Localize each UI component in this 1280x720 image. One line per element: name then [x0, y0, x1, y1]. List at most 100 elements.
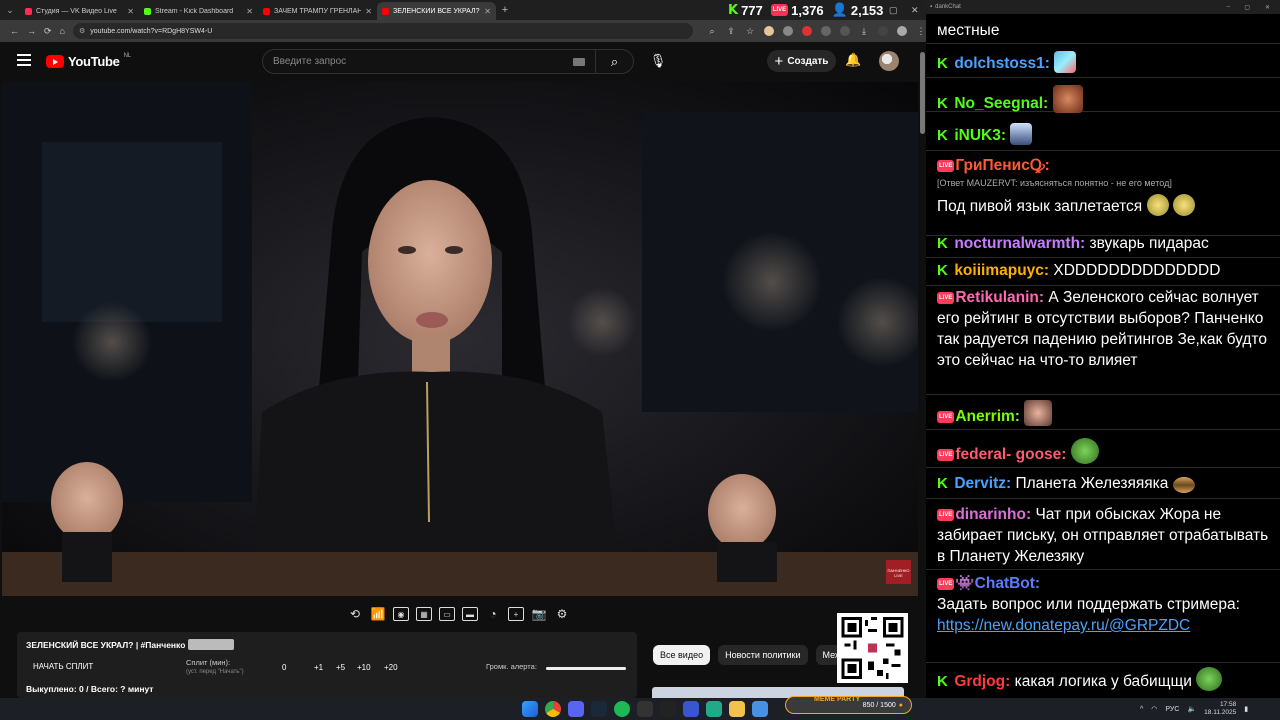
screenshot-icon[interactable]: ◉ — [393, 607, 409, 621]
minimize-icon[interactable]: – — [1227, 4, 1230, 10]
download-icon[interactable]: ⤓ — [859, 26, 869, 37]
avatar[interactable] — [879, 51, 899, 71]
search-button[interactable]: ⌕ — [595, 50, 633, 73]
username[interactable]: dinarinho: — [955, 506, 1031, 523]
add-20-button[interactable]: +20 — [384, 663, 398, 672]
microphone-icon[interactable]: 🎙 — [648, 51, 668, 71]
app-icon[interactable] — [706, 701, 722, 717]
discord-icon[interactable] — [568, 701, 584, 717]
chat-feed[interactable]: местные K dolchstoss1: K No_Seegnal: K i… — [926, 14, 1280, 698]
sidebar-icon[interactable] — [878, 26, 888, 36]
username[interactable]: Grdjog: — [954, 673, 1010, 690]
tab-search-icon[interactable]: ⌄ — [0, 0, 20, 20]
kick-icon: K — [937, 475, 948, 492]
tab-kick-dashboard[interactable]: Stream - Kick Dashboard ✕ — [139, 2, 258, 20]
extension-icon[interactable] — [764, 26, 774, 36]
notifications-bell-icon[interactable]: 🔔 — [845, 52, 861, 68]
site-info-icon[interactable]: ⚙ — [79, 27, 85, 35]
alert-volume-slider[interactable] — [546, 667, 626, 670]
settings-gear-icon[interactable]: ⚙ — [554, 607, 570, 621]
menu-dots-icon[interactable]: ⋮ — [916, 26, 926, 37]
username[interactable]: dolchstoss1: — [954, 55, 1050, 72]
page-scrollbar[interactable] — [920, 52, 925, 134]
extension-icon[interactable] — [783, 26, 793, 36]
search-icon: ⌕ — [610, 53, 619, 69]
spotify-icon[interactable] — [614, 701, 630, 717]
username[interactable]: federal- goose: — [955, 446, 1066, 463]
plus-icon: + — [774, 52, 784, 70]
chip-all-videos[interactable]: Все видео — [653, 645, 711, 665]
file-explorer-icon[interactable] — [729, 701, 745, 717]
language-indicator[interactable]: РУС — [1165, 706, 1179, 713]
extension-icon[interactable] — [802, 26, 812, 36]
camera-icon[interactable]: 📷 — [531, 607, 547, 621]
start-split-button[interactable]: НАЧАТЬ СПЛИТ — [33, 662, 93, 671]
zoom-icon[interactable]: ⌕ — [707, 26, 717, 37]
tab-youtube-current[interactable]: ЗЕЛЕНСКИЙ ВСЕ УКРАЛ? | #П... ✕ — [377, 2, 496, 20]
tray-chevron-icon[interactable]: ^ — [1140, 706, 1143, 713]
username[interactable]: No_Seegnal: — [954, 95, 1048, 112]
username[interactable]: Retikulanin: — [955, 289, 1044, 306]
username[interactable]: Dervitz: — [954, 475, 1011, 492]
extension-icon[interactable] — [840, 26, 850, 36]
wifi-icon[interactable]: ◠ — [1151, 705, 1157, 713]
username[interactable]: ChatBot: — [975, 575, 1040, 592]
profile-icon[interactable] — [897, 26, 907, 36]
tab-vk-studio[interactable]: Студия — VK Видео Live ✕ — [20, 2, 139, 20]
obs-icon[interactable] — [637, 701, 653, 717]
loop-icon[interactable]: ⟲ — [347, 607, 363, 621]
add-5-button[interactable]: +5 — [336, 663, 345, 672]
keyboard-icon[interactable] — [573, 58, 585, 66]
video-player[interactable]: ПАНЧЕНКО LIVE — [2, 82, 918, 596]
split-minutes-value[interactable]: 0 — [282, 663, 286, 672]
youtube-logo[interactable]: YouTube NL — [46, 53, 131, 69]
close-window-icon[interactable]: ✕ — [911, 0, 919, 20]
bowl-emote-icon — [1146, 194, 1169, 216]
back-icon[interactable]: ← — [10, 26, 19, 36]
username[interactable]: koiiimapuyc: — [954, 262, 1049, 279]
chrome-icon[interactable] — [545, 701, 561, 717]
tab-close-icon[interactable]: ✕ — [365, 7, 372, 16]
broadcast-icon[interactable]: 📶 — [370, 607, 386, 621]
tab-youtube-greenland[interactable]: ЗАЧЕМ ТРАМПУ ГРЕНЛАНДИЯ ✕ — [258, 2, 377, 20]
notifications-icon[interactable]: ▮ — [1244, 705, 1248, 713]
tab-close-icon[interactable]: ✕ — [246, 7, 253, 16]
username[interactable]: nocturnalwarmth: — [954, 235, 1085, 252]
add-1-button[interactable]: +1 — [314, 663, 323, 672]
theater-icon[interactable]: ▬ — [462, 607, 478, 621]
home-icon[interactable]: ⌂ — [60, 26, 65, 36]
pip-icon[interactable]: ▭ — [439, 607, 455, 621]
extension-icon[interactable] — [821, 26, 831, 36]
clock[interactable]: 17:58 18.11.2025 — [1204, 701, 1236, 717]
username[interactable]: iNUK3: — [954, 127, 1006, 144]
maximize-icon[interactable]: ▢ — [1244, 4, 1250, 11]
menu-icon[interactable] — [17, 54, 31, 66]
share-icon[interactable]: ⇪ — [726, 26, 736, 37]
speed-icon[interactable]: ◔ — [485, 607, 501, 621]
start-icon[interactable] — [522, 701, 538, 717]
steam-icon[interactable] — [591, 701, 607, 717]
app-icon[interactable] — [660, 701, 676, 717]
username[interactable]: Anerrim: — [955, 408, 1020, 425]
donation-link[interactable]: https://new.donatepay.ru/@GRPZDC — [937, 615, 1271, 636]
create-button[interactable]: + Создать — [767, 50, 836, 72]
url-field[interactable]: ⚙ youtube.com/watch?v=RDgH8YSW4-U — [73, 23, 693, 39]
add-10-button[interactable]: +10 — [357, 663, 371, 672]
volume-icon[interactable]: 🔈 — [1187, 705, 1196, 713]
chip-politics-news[interactable]: Новости политики — [718, 645, 808, 665]
forward-icon[interactable]: → — [27, 26, 36, 36]
app-icon[interactable] — [683, 701, 699, 717]
add-frame-icon[interactable]: + — [508, 607, 524, 621]
app-icon[interactable] — [752, 701, 768, 717]
reload-icon[interactable]: ⟳ — [44, 26, 52, 37]
tab-close-icon[interactable]: ✕ — [127, 7, 134, 16]
clip-icon[interactable]: ▦ — [416, 607, 432, 621]
username[interactable]: ГриПенисꝘ: — [955, 157, 1049, 174]
close-icon[interactable]: ✕ — [1265, 4, 1270, 11]
bookmark-star-icon[interactable]: ☆ — [745, 26, 755, 37]
tab-close-icon[interactable]: ✕ — [484, 7, 491, 16]
chat-message: LIVE federal- goose: — [926, 431, 1280, 468]
new-tab-button[interactable]: + — [496, 4, 514, 16]
search-input[interactable]: Введите запрос ⌕ — [262, 49, 634, 74]
restore-icon[interactable]: ▢ — [889, 0, 898, 20]
